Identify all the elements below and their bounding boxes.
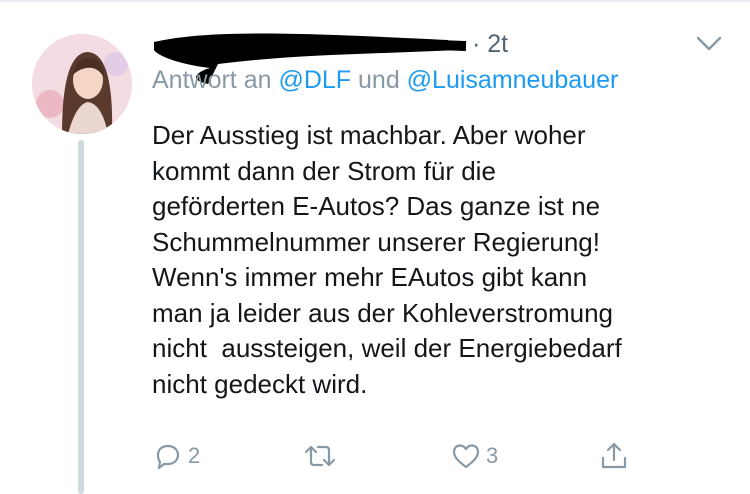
- reply-button[interactable]: 2: [152, 436, 200, 476]
- thread-connector-line: [78, 140, 84, 494]
- reply-count: 2: [188, 443, 201, 468]
- reply-icon: [156, 444, 180, 470]
- reply-context: Antwort an @DLF und @Luisamneubauer: [152, 66, 618, 95]
- like-button[interactable]: 3: [450, 436, 498, 476]
- chevron-down-icon[interactable]: [696, 34, 722, 54]
- reply-prefix: Antwort an: [152, 66, 279, 94]
- like-count: 3: [486, 443, 499, 468]
- retweet-button[interactable]: [302, 436, 338, 476]
- avatar[interactable]: [32, 34, 132, 134]
- tweet-actions: 2 3: [152, 436, 742, 476]
- avatar-image: [32, 34, 132, 134]
- tweet-timestamp[interactable]: · 2t: [472, 30, 508, 59]
- heart-icon: [452, 444, 480, 469]
- mention-link[interactable]: @Luisamneubauer: [407, 66, 619, 94]
- reply-join: und: [351, 66, 407, 94]
- share-button[interactable]: [598, 436, 630, 476]
- top-divider: [0, 0, 750, 2]
- mention-link[interactable]: @DLF: [278, 66, 351, 94]
- retweet-icon: [304, 445, 336, 467]
- share-icon: [601, 442, 627, 469]
- tweet-body: Der Ausstieg ist machbar. Aber woher kom…: [152, 120, 622, 399]
